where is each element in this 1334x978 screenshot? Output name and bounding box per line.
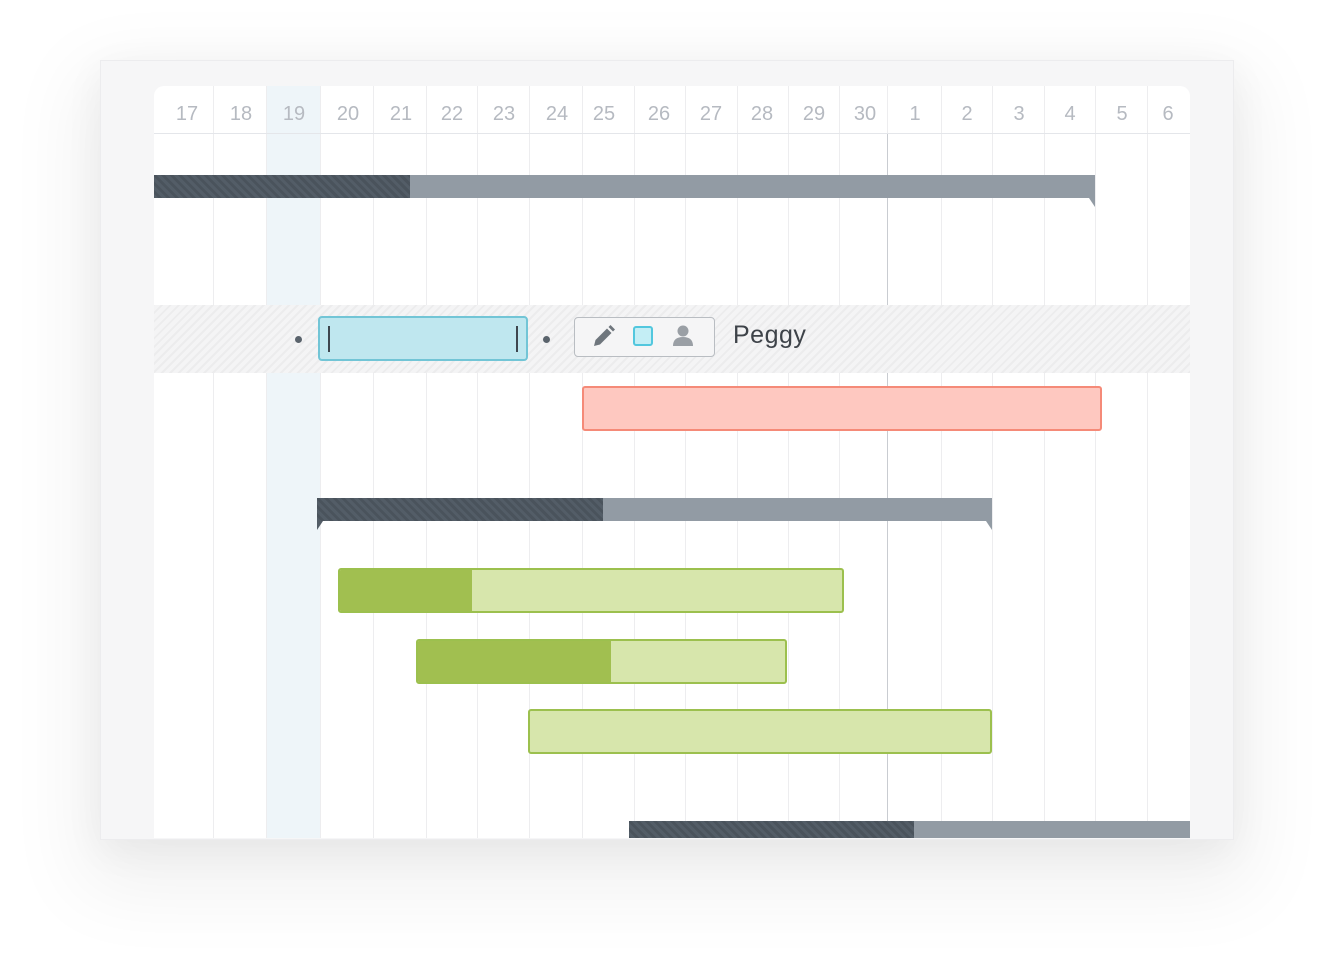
- day-label: 20: [336, 103, 360, 125]
- task-bar[interactable]: [528, 709, 992, 754]
- day-label: 5: [1116, 103, 1128, 125]
- editing-task-row[interactable]: Peggy: [154, 305, 1190, 373]
- day-label: 30: [853, 103, 877, 125]
- pencil-icon[interactable]: [583, 318, 623, 356]
- end-dependency-handle[interactable]: [543, 336, 550, 343]
- day-grid-line: [1095, 86, 1096, 838]
- day-grid-line: [213, 86, 214, 838]
- summary-bar[interactable]: [154, 175, 1095, 207]
- summary-bar[interactable]: [629, 821, 1190, 838]
- day-label: 29: [802, 103, 826, 125]
- day-label: 24: [545, 103, 569, 125]
- day-grid-line: [477, 86, 478, 838]
- assignee-name[interactable]: Peggy: [733, 321, 806, 350]
- day-grid-line: [1147, 86, 1148, 838]
- day-grid-line: [266, 86, 267, 838]
- day-label: 18: [229, 103, 253, 125]
- color-swatch-icon[interactable]: [623, 318, 663, 356]
- task-bar[interactable]: [416, 639, 787, 684]
- task-toolbar: [574, 317, 715, 357]
- task-bar[interactable]: [338, 568, 844, 613]
- day-label: 6: [1162, 103, 1174, 125]
- day-label: 19: [282, 103, 306, 125]
- day-label: 3: [1013, 103, 1025, 125]
- day-label: 27: [699, 103, 723, 125]
- day-label: 28: [750, 103, 774, 125]
- summary-end-tick: [986, 521, 992, 530]
- person-icon[interactable]: [663, 318, 703, 356]
- day-grid-line: [992, 86, 993, 838]
- today-column-highlight: [266, 86, 320, 838]
- task-bar[interactable]: [582, 386, 1102, 431]
- day-label: 26: [647, 103, 671, 125]
- day-grid-line: [373, 86, 374, 838]
- task-progress: [418, 641, 611, 682]
- summary-start-tick: [317, 521, 323, 530]
- day-grid-line: [320, 86, 321, 838]
- gantt-chart[interactable]: 17 18 19 20 21 22 23 24 25 26 27 28 29 30 1 2 3 4 5 6: [154, 86, 1190, 838]
- task-progress: [340, 570, 472, 611]
- start-dependency-handle[interactable]: [295, 336, 302, 343]
- task-name-input[interactable]: [318, 316, 528, 361]
- day-label: 2: [961, 103, 973, 125]
- timeline-header: 17 18 19 20 21 22 23 24 25 26 27 28 29 30 1 2 3 4 5 6: [154, 86, 1190, 134]
- day-label: 21: [389, 103, 413, 125]
- day-label: 4: [1064, 103, 1076, 125]
- summary-progress: [154, 175, 410, 198]
- day-label: 1: [909, 103, 921, 125]
- summary-bar[interactable]: [317, 498, 992, 530]
- summary-end-tick: [1089, 198, 1095, 207]
- day-label: 17: [175, 103, 199, 125]
- day-grid-line: [1044, 86, 1045, 838]
- day-label: 22: [440, 103, 464, 125]
- summary-progress: [317, 498, 603, 521]
- day-label: 23: [492, 103, 516, 125]
- text-cursor: [328, 326, 330, 352]
- day-label: 25: [592, 103, 616, 125]
- day-grid-line: [426, 86, 427, 838]
- summary-progress: [629, 821, 914, 838]
- resize-handle[interactable]: [516, 326, 518, 352]
